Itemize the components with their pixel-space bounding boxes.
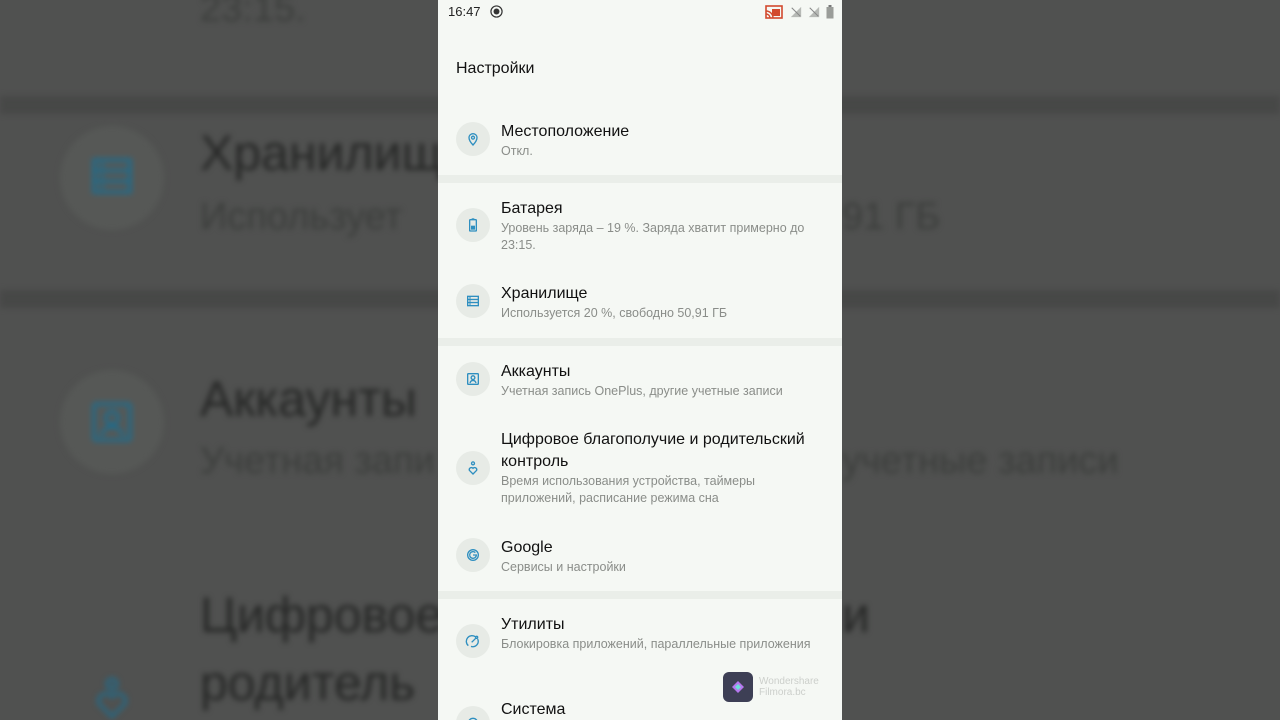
item-subtitle: Уровень заряда – 19 %. Заряда хватит при… <box>501 221 805 252</box>
status-bar: 16:47 <box>438 0 842 24</box>
watermark-line2: Filmora.bc <box>759 687 806 698</box>
item-subtitle: Блокировка приложений, параллельные прил… <box>501 637 811 651</box>
account-icon <box>88 398 136 446</box>
item-title: Цифровое благополучие и родительский кон… <box>501 431 805 470</box>
page-title: Настройки <box>456 60 535 77</box>
utilities-icon <box>456 624 490 658</box>
watermark: Wondershare Filmora.bc <box>723 672 843 704</box>
status-time: 16:47 <box>448 4 481 19</box>
phone-screen: 16:47 Настройки Местоположение Откл. Бат… <box>438 0 842 720</box>
bg-storage-title: Хранилищ <box>200 125 443 181</box>
battery-status-icon <box>826 5 834 19</box>
bg-text-time: 23:15. <box>200 0 306 30</box>
settings-item-battery[interactable]: Батарея Уровень заряда – 19 %. Заряда хв… <box>438 188 842 264</box>
record-icon <box>490 5 503 18</box>
storage-icon <box>88 152 136 200</box>
settings-item-storage[interactable]: Хранилище Используется 20 %, свободно 50… <box>438 272 842 334</box>
item-subtitle: Используется 20 %, свободно 50,91 ГБ <box>501 306 728 320</box>
item-subtitle: Откл. <box>501 144 533 158</box>
watermark-line1: Wondershare <box>759 676 819 687</box>
bg-wellbeing-title2: родитель <box>200 655 416 711</box>
settings-item-digital-wellbeing[interactable]: Цифровое благополучие и родительский кон… <box>438 418 842 518</box>
signal-off-icon <box>790 5 802 19</box>
item-title: Google <box>501 539 553 556</box>
bg-accounts-subtitle-end: учетные записи <box>842 440 1119 482</box>
item-subtitle: Учетная запись OnePlus, другие учетные з… <box>501 384 783 398</box>
item-title: Хранилище <box>501 285 588 302</box>
bg-wellbeing-title-end: и <box>842 587 870 643</box>
signal-off-icon <box>808 5 820 19</box>
bg-wellbeing-title: Цифровое <box>200 587 444 643</box>
section-divider <box>438 591 842 599</box>
settings-item-accounts[interactable]: Аккаунты Учетная запись OnePlus, другие … <box>438 350 842 412</box>
status-icons <box>764 5 834 19</box>
wellbeing-icon <box>456 451 490 485</box>
battery-icon <box>456 208 490 242</box>
filmora-logo-icon <box>723 672 753 702</box>
bg-storage-subtitle: Использует <box>200 196 403 238</box>
system-icon <box>456 706 490 720</box>
section-divider <box>438 175 842 183</box>
settings-item-location[interactable]: Местоположение Откл. <box>438 110 842 172</box>
item-title: Утилиты <box>501 616 565 633</box>
wellbeing-icon <box>92 674 132 720</box>
bg-accounts-subtitle: Учетная запи <box>200 440 435 482</box>
location-icon <box>456 122 490 156</box>
bg-accounts-title: Аккаунты <box>200 371 417 427</box>
item-subtitle: Сервисы и настройки <box>501 560 626 574</box>
settings-item-utilities[interactable]: Утилиты Блокировка приложений, параллель… <box>438 604 842 680</box>
section-divider <box>438 338 842 346</box>
account-icon <box>456 362 490 396</box>
item-title: Аккаунты <box>501 363 571 380</box>
settings-item-google[interactable]: Google Сервисы и настройки <box>438 526 842 588</box>
item-subtitle: Время использования устройства, таймеры … <box>501 474 756 505</box>
google-icon <box>456 538 490 572</box>
item-title: Местоположение <box>501 123 630 140</box>
cast-icon <box>764 5 784 19</box>
storage-icon <box>456 284 490 318</box>
watermark-text: Wondershare Filmora.bc <box>759 676 819 698</box>
bg-storage-subtitle-end: 91 ГБ <box>842 196 941 238</box>
item-title: Батарея <box>501 200 563 217</box>
